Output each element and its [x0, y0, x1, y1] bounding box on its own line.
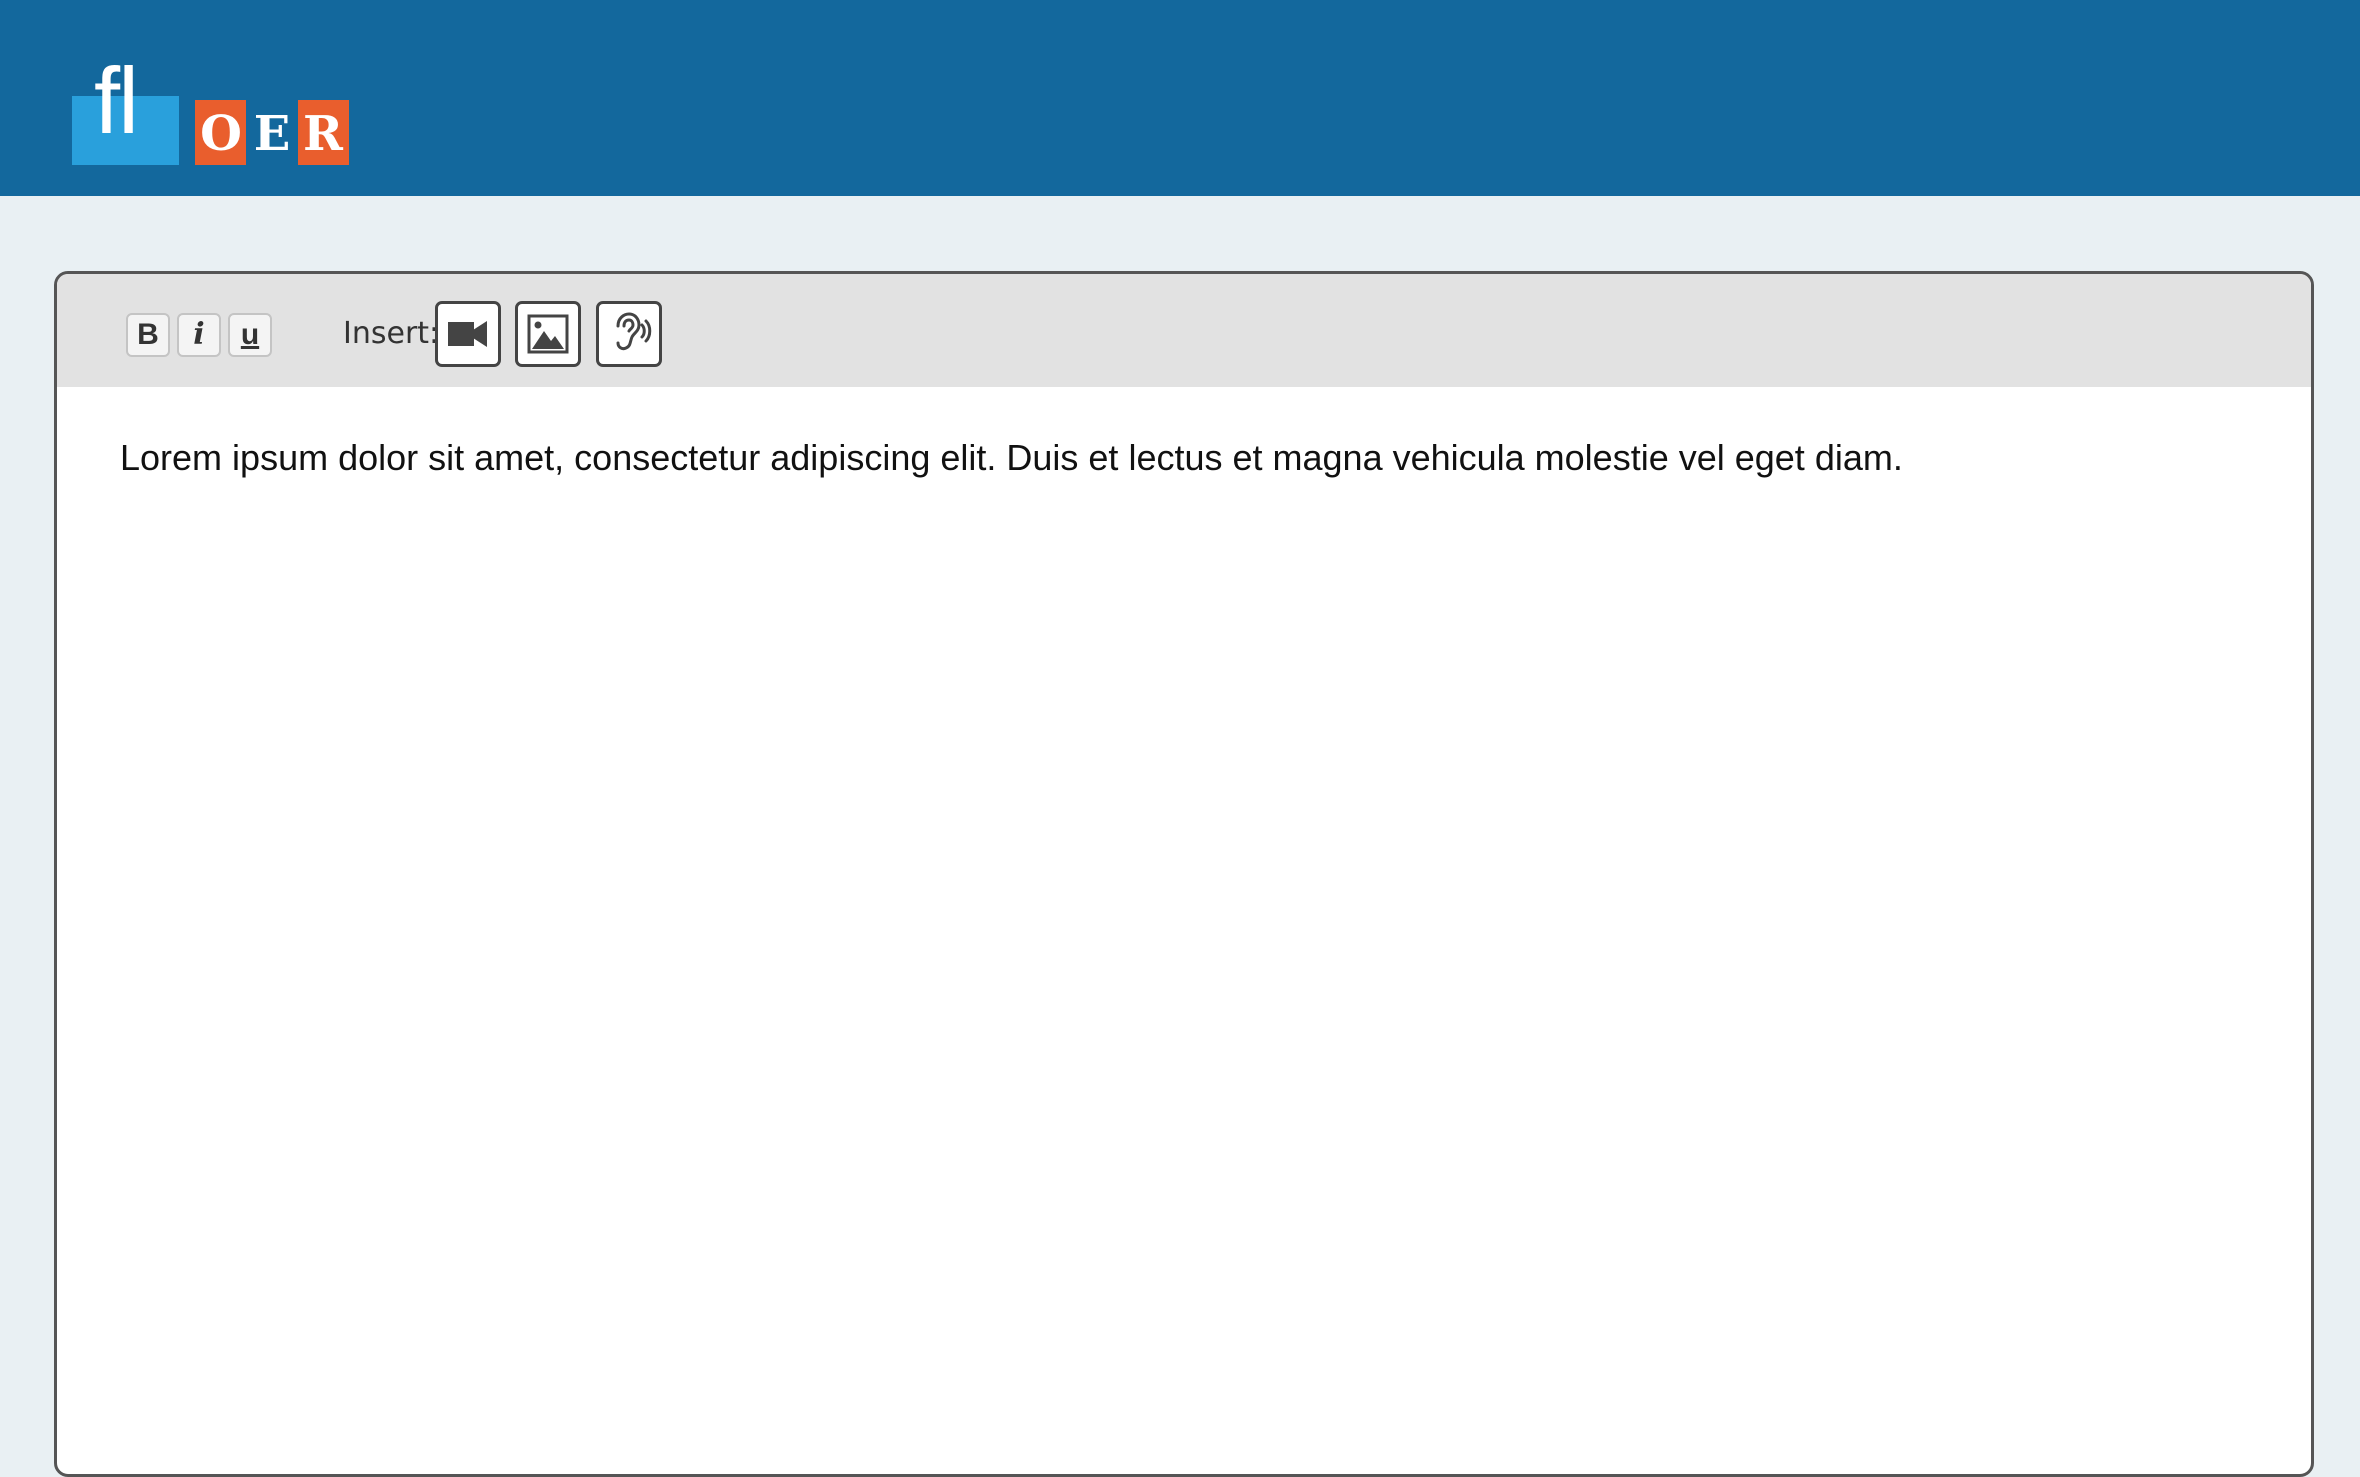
insert-video-button[interactable]: [435, 301, 501, 367]
insert-audio-button[interactable]: [596, 301, 662, 367]
editor-toolbar: B i u Insert:: [57, 274, 2311, 387]
floer-logo[interactable]: fl O E R: [72, 54, 352, 168]
logo-oer-block: O E R: [195, 100, 349, 165]
underline-button[interactable]: u: [228, 313, 272, 357]
logo-letter-e: E: [253, 106, 291, 162]
image-icon: [527, 314, 569, 354]
italic-button[interactable]: i: [177, 313, 221, 357]
insert-label: Insert:: [343, 316, 440, 351]
insert-image-button[interactable]: [515, 301, 581, 367]
logo-fl-text: fl: [94, 48, 139, 153]
video-camera-icon: [448, 321, 487, 347]
logo-letter-r: R: [303, 106, 343, 162]
editor-content[interactable]: Lorem ipsum dolor sit amet, consectetur …: [120, 436, 2251, 480]
ear-audio-icon: [616, 312, 652, 351]
logo-letter-o: O: [200, 106, 242, 162]
bold-button[interactable]: B: [126, 313, 170, 357]
app-header: fl O E R: [0, 0, 2360, 196]
rich-text-editor: B i u Insert: Lorem ipsum dolor sit amet…: [54, 271, 2314, 1477]
